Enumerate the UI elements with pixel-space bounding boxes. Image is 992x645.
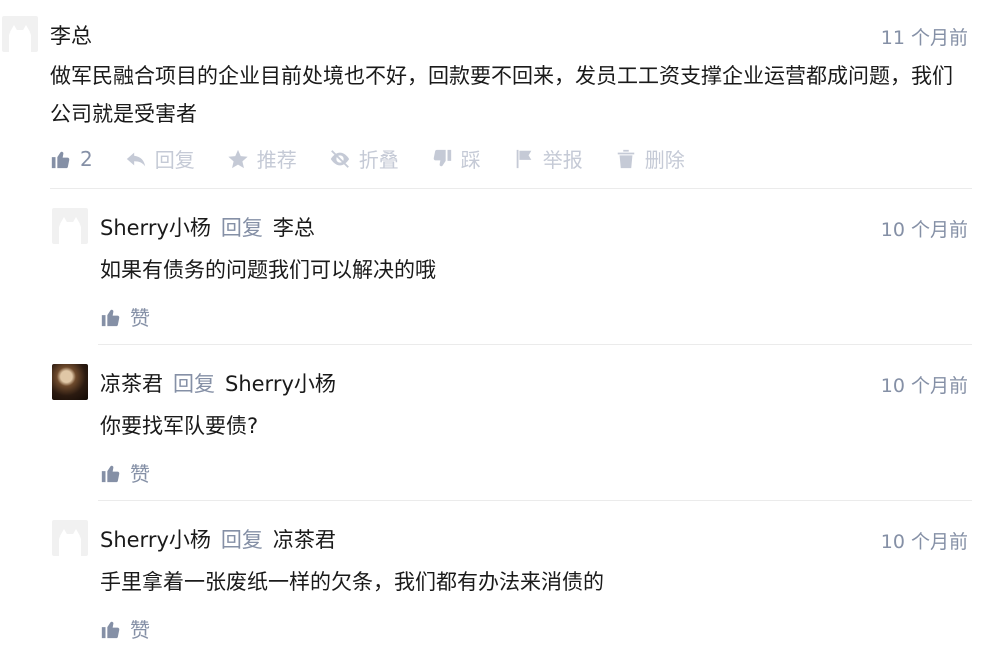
avatar[interactable] [52,364,88,400]
reply-word: 回复 [220,528,263,552]
reply-word: 回复 [173,372,215,396]
reply-header: Sherry小杨 回复 李总 [100,212,315,242]
delete-button[interactable]: 删除 [615,144,685,173]
reply-comment: Sherry小杨 回复 李总 10 个月前 如果有债务的问题我们可以解决的哦 赞 [0,190,992,346]
like-button[interactable]: 2 [50,147,93,171]
like-count: 2 [80,146,93,171]
comment-time: 11 个月前 [880,27,968,49]
trash-icon [617,149,634,168]
thumbs-up-icon [101,621,120,638]
reply-comment: Sherry小杨 回复 凉茶君 10 个月前 手里拿着一张废纸一样的欠条，我们都有办… [0,502,992,645]
comment-time: 10 个月前 [880,531,968,553]
comment-content: 你要找军队要债? [100,414,259,438]
comment-actions: 赞 [100,458,182,487]
thumbs-up-icon [101,309,120,326]
reply-arrow-icon [126,152,145,166]
comment-time: 10 个月前 [880,219,968,241]
reply-to-user[interactable]: Sherry小杨 [225,372,336,396]
thumbs-up-icon [51,151,70,168]
flag-icon [516,149,532,168]
delete-label: 删除 [644,148,685,172]
avatar[interactable] [52,520,88,556]
reply-comment: 凉茶君 回复 Sherry小杨 10 个月前 你要找军队要债? 赞 [0,346,992,502]
collapse-button[interactable]: 折叠 [329,144,399,173]
comment-content: 如果有债务的问题我们可以解决的哦 [100,258,436,282]
dislike-button[interactable]: 踩 [431,144,481,173]
reply-author[interactable]: Sherry小杨 [100,528,211,552]
comment-content: 做军民融合项目的企业目前处境也不好，回款要不回来，发员工工资支撑企业运营都成问题… [50,64,953,126]
comment-content: 手里拿着一张废纸一样的欠条，我们都有办法来消债的 [100,570,604,594]
dislike-label: 踩 [460,148,481,172]
reply-header: 凉茶君 回复 Sherry小杨 [100,368,336,398]
collapse-label: 折叠 [358,148,399,172]
like-label: 赞 [130,306,150,330]
like-label: 赞 [130,462,150,486]
star-icon [228,149,248,168]
thumbs-down-icon [433,149,451,166]
comment-actions: 2 回复 推荐 折叠 踩 举报 删除 [50,144,717,173]
reply-label: 回复 [154,148,195,172]
like-button[interactable]: 赞 [100,614,150,643]
divider [98,500,972,501]
report-label: 举报 [542,148,583,172]
comment-actions: 赞 [100,302,182,331]
comment-author[interactable]: 李总 [50,20,92,50]
reply-word: 回复 [220,216,263,240]
avatar[interactable] [52,208,88,244]
comment-actions: 赞 [100,614,182,643]
comment-time: 10 个月前 [880,375,968,397]
root-comment: 李总 11 个月前 做军民融合项目的企业目前处境也不好，回款要不回来，发员工工资… [0,0,992,190]
divider [50,188,972,189]
recommend-button[interactable]: 推荐 [227,144,297,173]
reply-to-user[interactable]: 凉茶君 [273,528,336,552]
recommend-label: 推荐 [256,148,297,172]
thumbs-up-icon [101,465,120,482]
divider [98,344,972,345]
eye-off-icon [330,149,349,168]
reply-header: Sherry小杨 回复 凉茶君 [100,524,336,554]
reply-author[interactable]: Sherry小杨 [100,216,211,240]
avatar[interactable] [2,16,38,52]
like-button[interactable]: 赞 [100,302,150,331]
reply-to-user[interactable]: 李总 [273,216,315,240]
report-button[interactable]: 举报 [513,144,583,173]
like-button[interactable]: 赞 [100,458,150,487]
like-label: 赞 [130,618,150,642]
reply-author[interactable]: 凉茶君 [100,372,163,396]
reply-button[interactable]: 回复 [125,144,195,173]
